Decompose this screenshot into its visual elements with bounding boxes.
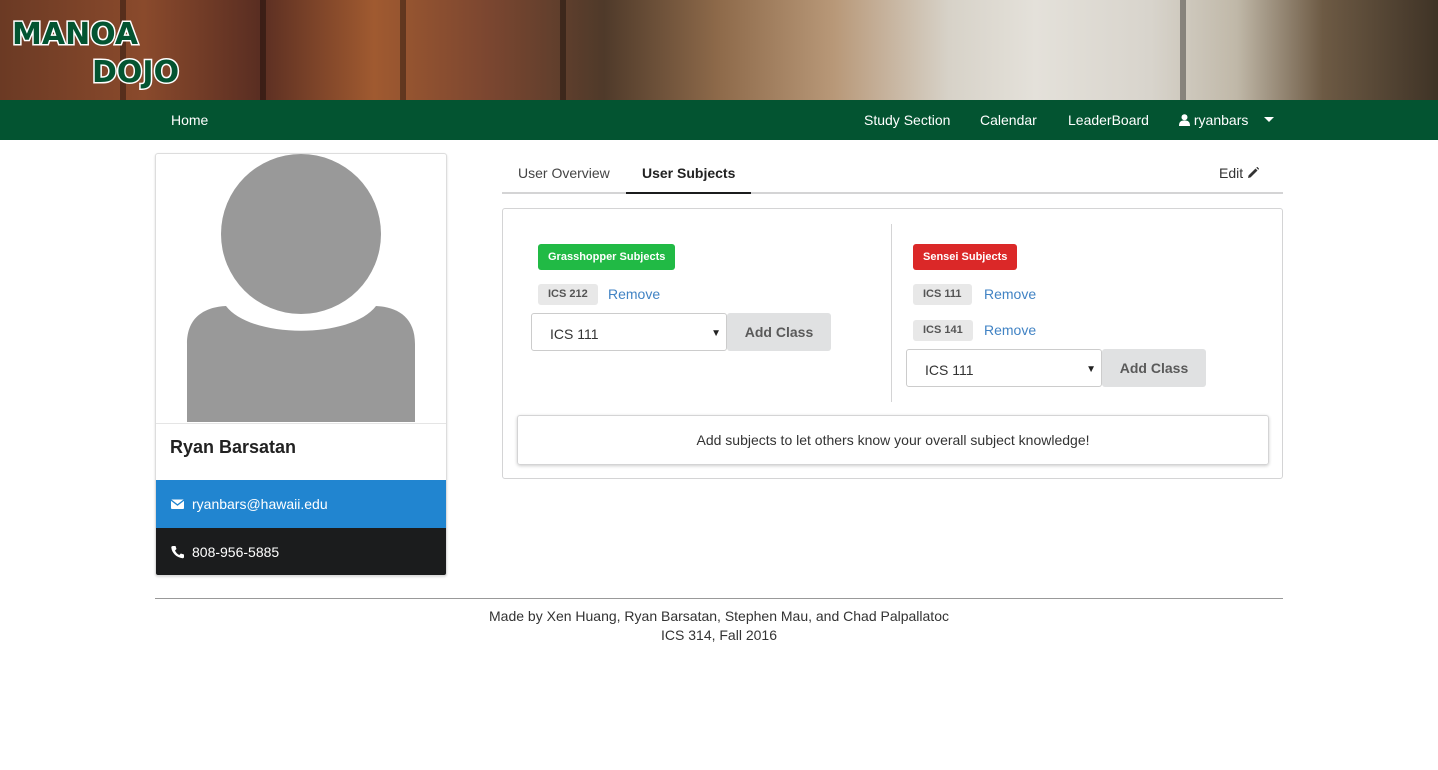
sensei-label: Sensei Subjects	[913, 244, 1018, 270]
info-message: Add subjects to let others know your ove…	[517, 415, 1269, 465]
top-navbar: Home Study Section Calendar LeaderBoard …	[0, 100, 1438, 140]
phone-icon	[171, 546, 184, 559]
sensei-course-chip: ICS 111	[913, 284, 972, 305]
grasshopper-remove-link[interactable]: Remove	[608, 284, 660, 305]
footer-credits: Made by Xen Huang, Ryan Barsatan, Stephe…	[489, 608, 949, 624]
email-text: ryanbars@hawaii.edu	[192, 496, 328, 512]
profile-tabs: User Overview User Subjects Edit	[502, 154, 1283, 194]
column-divider	[891, 224, 892, 402]
user-menu[interactable]: ryanbars	[1179, 100, 1275, 140]
grasshopper-select-value: ICS 111	[550, 326, 599, 342]
grasshopper-add-class-button[interactable]: Add Class	[727, 313, 831, 351]
envelope-icon	[170, 499, 185, 509]
tab-user-overview[interactable]: User Overview	[502, 154, 626, 194]
sensei-select-value: ICS 111	[925, 362, 974, 378]
email-row[interactable]: ryanbars@hawaii.edu	[156, 480, 446, 528]
sensei-add-class-button[interactable]: Add Class	[1102, 349, 1206, 387]
nav-home[interactable]: Home	[171, 100, 208, 140]
profile-card: Ryan Barsatan ryanbars@hawaii.edu 808-95…	[155, 153, 447, 576]
footer-divider	[155, 598, 1283, 599]
grasshopper-course-chip: ICS 212	[538, 284, 598, 305]
shelf-shadow	[1180, 0, 1186, 100]
edit-label: Edit	[1218, 165, 1244, 181]
nav-leaderboard[interactable]: LeaderBoard	[1068, 100, 1149, 140]
user-menu-label: ryanbars	[1193, 112, 1249, 128]
svg-text:MANOA: MANOA	[12, 17, 139, 52]
edit-link[interactable]: Edit	[1218, 154, 1260, 192]
caret-down-icon	[1264, 117, 1275, 122]
tab-user-subjects[interactable]: User Subjects	[626, 154, 752, 194]
svg-text:DOJO: DOJO	[92, 55, 179, 90]
manoa-dojo-logo[interactable]: MANOA DOJO	[10, 10, 185, 92]
select-caret-icon: ▼	[1086, 364, 1096, 375]
profile-name: Ryan Barsatan	[170, 437, 297, 457]
shelf-shadow	[400, 0, 406, 100]
avatar	[156, 154, 446, 424]
footer-course: ICS 314, Fall 2016	[661, 627, 777, 643]
shelf-shadow	[560, 0, 566, 100]
phone-row[interactable]: 808-956-5885	[156, 528, 446, 575]
subjects-panel: Grasshopper Subjects ICS 212 Remove ICS …	[502, 208, 1283, 479]
sensei-course-select[interactable]: ICS 111 ▼	[906, 349, 1102, 387]
header-banner: MANOA DOJO	[0, 0, 1438, 100]
sensei-course-chip: ICS 141	[913, 320, 973, 341]
avatar-placeholder-icon	[187, 154, 415, 422]
sensei-remove-link[interactable]: Remove	[984, 320, 1036, 341]
pencil-icon	[1248, 166, 1260, 178]
nav-calendar[interactable]: Calendar	[980, 100, 1037, 140]
select-caret-icon: ▼	[711, 328, 721, 339]
user-icon	[1179, 114, 1190, 126]
phone-text: 808-956-5885	[192, 544, 280, 560]
grasshopper-course-select[interactable]: ICS 111 ▼	[531, 313, 727, 351]
grasshopper-label: Grasshopper Subjects	[538, 244, 676, 270]
sensei-remove-link[interactable]: Remove	[984, 284, 1036, 305]
nav-study-section[interactable]: Study Section	[864, 100, 950, 140]
shelf-shadow	[260, 0, 266, 100]
